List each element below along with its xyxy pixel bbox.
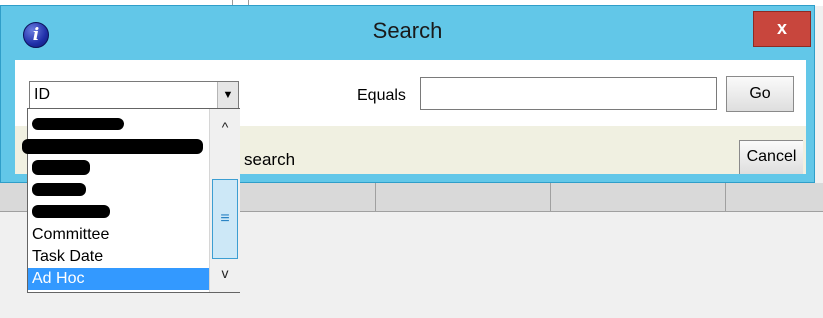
dropdown-scrollbar[interactable]: ^ ≡ v bbox=[209, 109, 240, 292]
operator-label: Equals bbox=[357, 87, 406, 104]
list-item[interactable] bbox=[28, 112, 209, 134]
status-text: search bbox=[244, 150, 296, 169]
background-grid-divider bbox=[550, 183, 551, 211]
field-select[interactable]: ID ▼ bbox=[29, 81, 239, 109]
field-dropdown-list[interactable]: Committee Task Date Ad Hoc ^ ≡ v bbox=[22, 108, 240, 293]
redaction-mark bbox=[32, 205, 110, 218]
list-item[interactable] bbox=[28, 156, 209, 178]
redaction-mark bbox=[32, 183, 86, 196]
close-button[interactable]: x bbox=[753, 11, 811, 47]
chevron-down-icon[interactable]: ▼ bbox=[217, 82, 238, 108]
list-item-selected[interactable]: Ad Hoc bbox=[28, 268, 209, 290]
go-button[interactable]: Go bbox=[726, 76, 794, 112]
list-item[interactable]: Committee bbox=[28, 224, 209, 246]
scrollbar-thumb[interactable]: ≡ bbox=[212, 179, 238, 259]
scroll-down-icon[interactable]: v bbox=[210, 263, 240, 283]
cancel-button[interactable]: Cancel bbox=[739, 140, 803, 174]
list-item[interactable] bbox=[22, 134, 209, 156]
scroll-up-icon[interactable]: ^ bbox=[210, 117, 240, 137]
redaction-mark bbox=[22, 139, 203, 154]
field-select-value: ID bbox=[34, 86, 50, 103]
redaction-mark bbox=[32, 118, 124, 130]
list-item[interactable]: Task Date bbox=[28, 246, 209, 268]
list-item[interactable] bbox=[28, 200, 209, 222]
redaction-mark bbox=[32, 160, 90, 175]
background-grid-divider bbox=[375, 183, 376, 211]
title-bar[interactable]: i Search x bbox=[1, 6, 814, 54]
background-grid-divider bbox=[725, 183, 726, 211]
dialog-title: Search bbox=[372, 18, 443, 43]
search-input[interactable] bbox=[420, 77, 717, 110]
list-item[interactable] bbox=[28, 178, 209, 200]
